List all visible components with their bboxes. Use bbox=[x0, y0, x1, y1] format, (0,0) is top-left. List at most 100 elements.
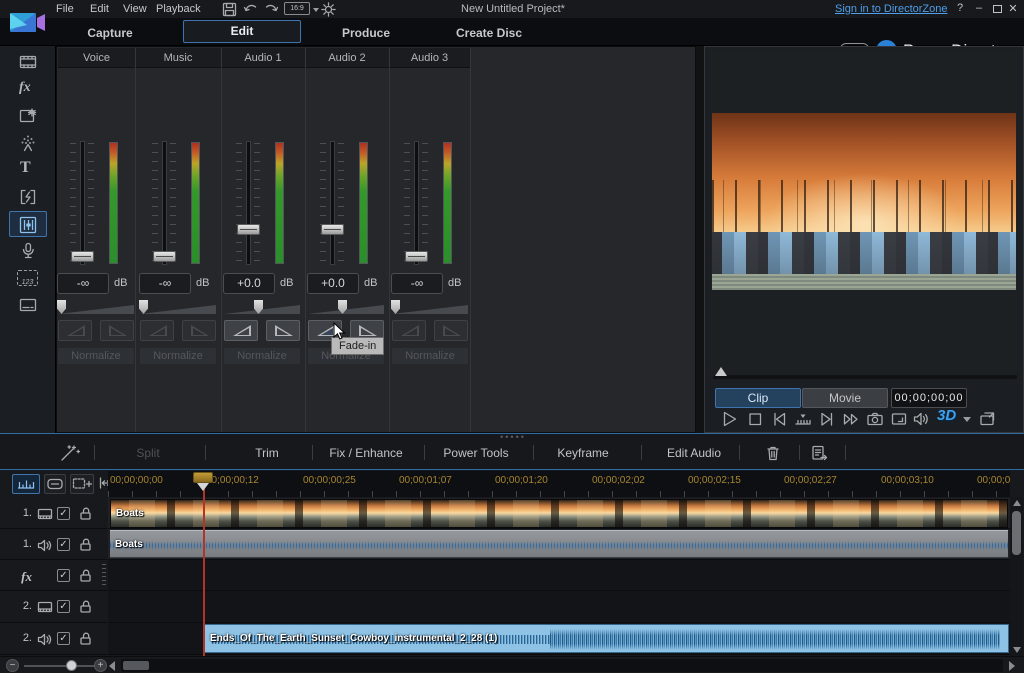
volume-slider-handle[interactable] bbox=[71, 251, 94, 262]
vertical-scrollbar[interactable] bbox=[1010, 497, 1023, 656]
scroll-up-icon[interactable] bbox=[1013, 500, 1021, 506]
volume-slider-handle[interactable] bbox=[321, 224, 344, 235]
db-value-field[interactable]: -∞ bbox=[139, 273, 191, 294]
volume-slider-track[interactable] bbox=[414, 141, 419, 265]
timeline-view-button[interactable] bbox=[12, 474, 40, 494]
previous-frame-button[interactable] bbox=[769, 409, 789, 429]
db-value-field[interactable]: +0.0 bbox=[307, 273, 359, 294]
fix-enhance-button[interactable]: Fix / Enhance bbox=[329, 446, 402, 460]
horizontal-scrollbar[interactable] bbox=[121, 659, 1003, 672]
delete-trash-icon[interactable] bbox=[763, 443, 783, 463]
volume-slider-track[interactable] bbox=[246, 141, 251, 265]
fade-out-button[interactable] bbox=[182, 320, 216, 341]
clip-mode-button[interactable]: Clip bbox=[715, 388, 801, 408]
effects-room-icon[interactable]: fx bbox=[19, 78, 41, 100]
track-enable-checkbox[interactable]: ✓ bbox=[57, 600, 70, 613]
horizontal-scroll-thumb[interactable] bbox=[123, 661, 149, 670]
pan-slider[interactable] bbox=[58, 305, 134, 314]
zoom-out-button[interactable]: − bbox=[6, 659, 19, 672]
fade-in-button[interactable] bbox=[58, 320, 92, 341]
normalize-button[interactable]: Normalize bbox=[58, 348, 134, 364]
maximize-button[interactable] bbox=[993, 5, 1002, 13]
menu-file[interactable]: File bbox=[56, 3, 74, 15]
transition-room-icon[interactable] bbox=[17, 186, 39, 208]
minimize-button[interactable]: – bbox=[972, 2, 986, 14]
track-lock-icon[interactable] bbox=[78, 568, 93, 583]
audio-clip-boats[interactable]: Boats bbox=[110, 530, 1008, 558]
scroll-left-icon[interactable] bbox=[109, 661, 115, 671]
playhead-triangle-icon[interactable] bbox=[197, 483, 209, 491]
tab-produce[interactable]: Produce bbox=[342, 26, 390, 40]
aspect-caret-icon[interactable] bbox=[313, 8, 319, 12]
preview-seek-bar[interactable] bbox=[713, 375, 1017, 379]
storyboard-view-button[interactable] bbox=[44, 474, 66, 494]
track-lock-icon[interactable] bbox=[78, 631, 93, 646]
timeline-ruler[interactable]: 00;00;00;00 00;00;00;12 00;00;00;25 00;0… bbox=[108, 471, 1010, 497]
track-manager-button[interactable] bbox=[70, 474, 94, 494]
particle-room-icon[interactable] bbox=[17, 132, 39, 154]
volume-slider-handle[interactable] bbox=[237, 224, 260, 235]
chapter-room-icon[interactable]: 123 bbox=[17, 267, 39, 289]
db-value-field[interactable]: -∞ bbox=[57, 273, 109, 294]
timecode-field[interactable]: 00;00;00;00 bbox=[891, 388, 967, 408]
tab-create-disc[interactable]: Create Disc bbox=[456, 26, 522, 40]
menu-playback[interactable]: Playback bbox=[156, 3, 201, 15]
dock-viewer-button[interactable] bbox=[977, 409, 997, 429]
step-marker-button[interactable] bbox=[793, 409, 813, 429]
volume-slider-track[interactable] bbox=[162, 141, 167, 265]
volume-button[interactable] bbox=[911, 409, 931, 429]
track-content-fx[interactable] bbox=[108, 560, 1010, 591]
volume-slider-handle[interactable] bbox=[153, 251, 176, 262]
track-enable-checkbox[interactable]: ✓ bbox=[57, 632, 70, 645]
3d-dropdown-caret-icon[interactable] bbox=[963, 417, 971, 422]
magic-wand-icon[interactable] bbox=[58, 444, 80, 464]
stop-button[interactable] bbox=[745, 409, 765, 429]
media-room-icon[interactable] bbox=[17, 51, 39, 73]
fade-out-button[interactable] bbox=[266, 320, 300, 341]
track-grip-dots[interactable] bbox=[102, 564, 106, 586]
track-enable-checkbox[interactable]: ✓ bbox=[57, 538, 70, 551]
scroll-down-icon[interactable] bbox=[1013, 647, 1021, 653]
menu-view[interactable]: View bbox=[123, 3, 147, 15]
fade-in-button[interactable] bbox=[140, 320, 174, 341]
help-button[interactable]: ? bbox=[953, 2, 967, 14]
panel-resize-handle[interactable]: ••••• bbox=[500, 434, 526, 440]
undo-icon[interactable] bbox=[242, 1, 259, 17]
zoom-slider-handle[interactable] bbox=[66, 660, 77, 671]
play-button[interactable] bbox=[719, 409, 739, 429]
snapshot-camera-button[interactable] bbox=[865, 409, 885, 429]
signin-directorzone-link[interactable]: Sign in to DirectorZone bbox=[835, 3, 948, 15]
zoom-in-button[interactable]: + bbox=[94, 659, 107, 672]
tab-capture[interactable]: Capture bbox=[87, 26, 132, 40]
normalize-button[interactable]: Normalize bbox=[392, 348, 468, 364]
preview-window-button[interactable] bbox=[889, 409, 909, 429]
pan-slider-handle[interactable] bbox=[139, 300, 148, 314]
playhead-marker[interactable] bbox=[193, 472, 213, 483]
db-value-field[interactable]: +0.0 bbox=[223, 273, 275, 294]
volume-slider-track[interactable] bbox=[80, 141, 85, 265]
fade-in-button[interactable] bbox=[224, 320, 258, 341]
title-room-icon[interactable]: T bbox=[20, 159, 42, 181]
volume-slider-track[interactable] bbox=[330, 141, 335, 265]
track-enable-checkbox[interactable]: ✓ bbox=[57, 507, 70, 520]
fast-forward-button[interactable] bbox=[841, 409, 861, 429]
aspect-ratio-selector[interactable]: 16:9 bbox=[284, 2, 310, 15]
next-frame-button[interactable] bbox=[817, 409, 837, 429]
seek-handle[interactable] bbox=[715, 367, 727, 376]
scroll-right-icon[interactable] bbox=[1009, 661, 1015, 671]
pan-slider[interactable] bbox=[140, 305, 216, 314]
db-value-field[interactable]: -∞ bbox=[391, 273, 443, 294]
track-enable-checkbox[interactable]: ✓ bbox=[57, 569, 70, 582]
trim-button[interactable]: Trim bbox=[255, 446, 279, 460]
zoom-slider-track[interactable] bbox=[24, 665, 96, 667]
produce-range-icon[interactable] bbox=[809, 443, 829, 463]
split-button[interactable]: Split bbox=[136, 446, 159, 460]
edit-audio-button[interactable]: Edit Audio bbox=[667, 446, 721, 460]
normalize-button[interactable]: Normalize bbox=[224, 348, 300, 364]
pan-slider[interactable] bbox=[392, 305, 468, 314]
subtitle-room-icon[interactable] bbox=[17, 294, 39, 316]
power-tools-button[interactable]: Power Tools bbox=[443, 446, 508, 460]
menu-edit[interactable]: Edit bbox=[90, 3, 109, 15]
save-icon[interactable] bbox=[221, 1, 238, 17]
pan-slider-handle[interactable] bbox=[57, 300, 66, 314]
